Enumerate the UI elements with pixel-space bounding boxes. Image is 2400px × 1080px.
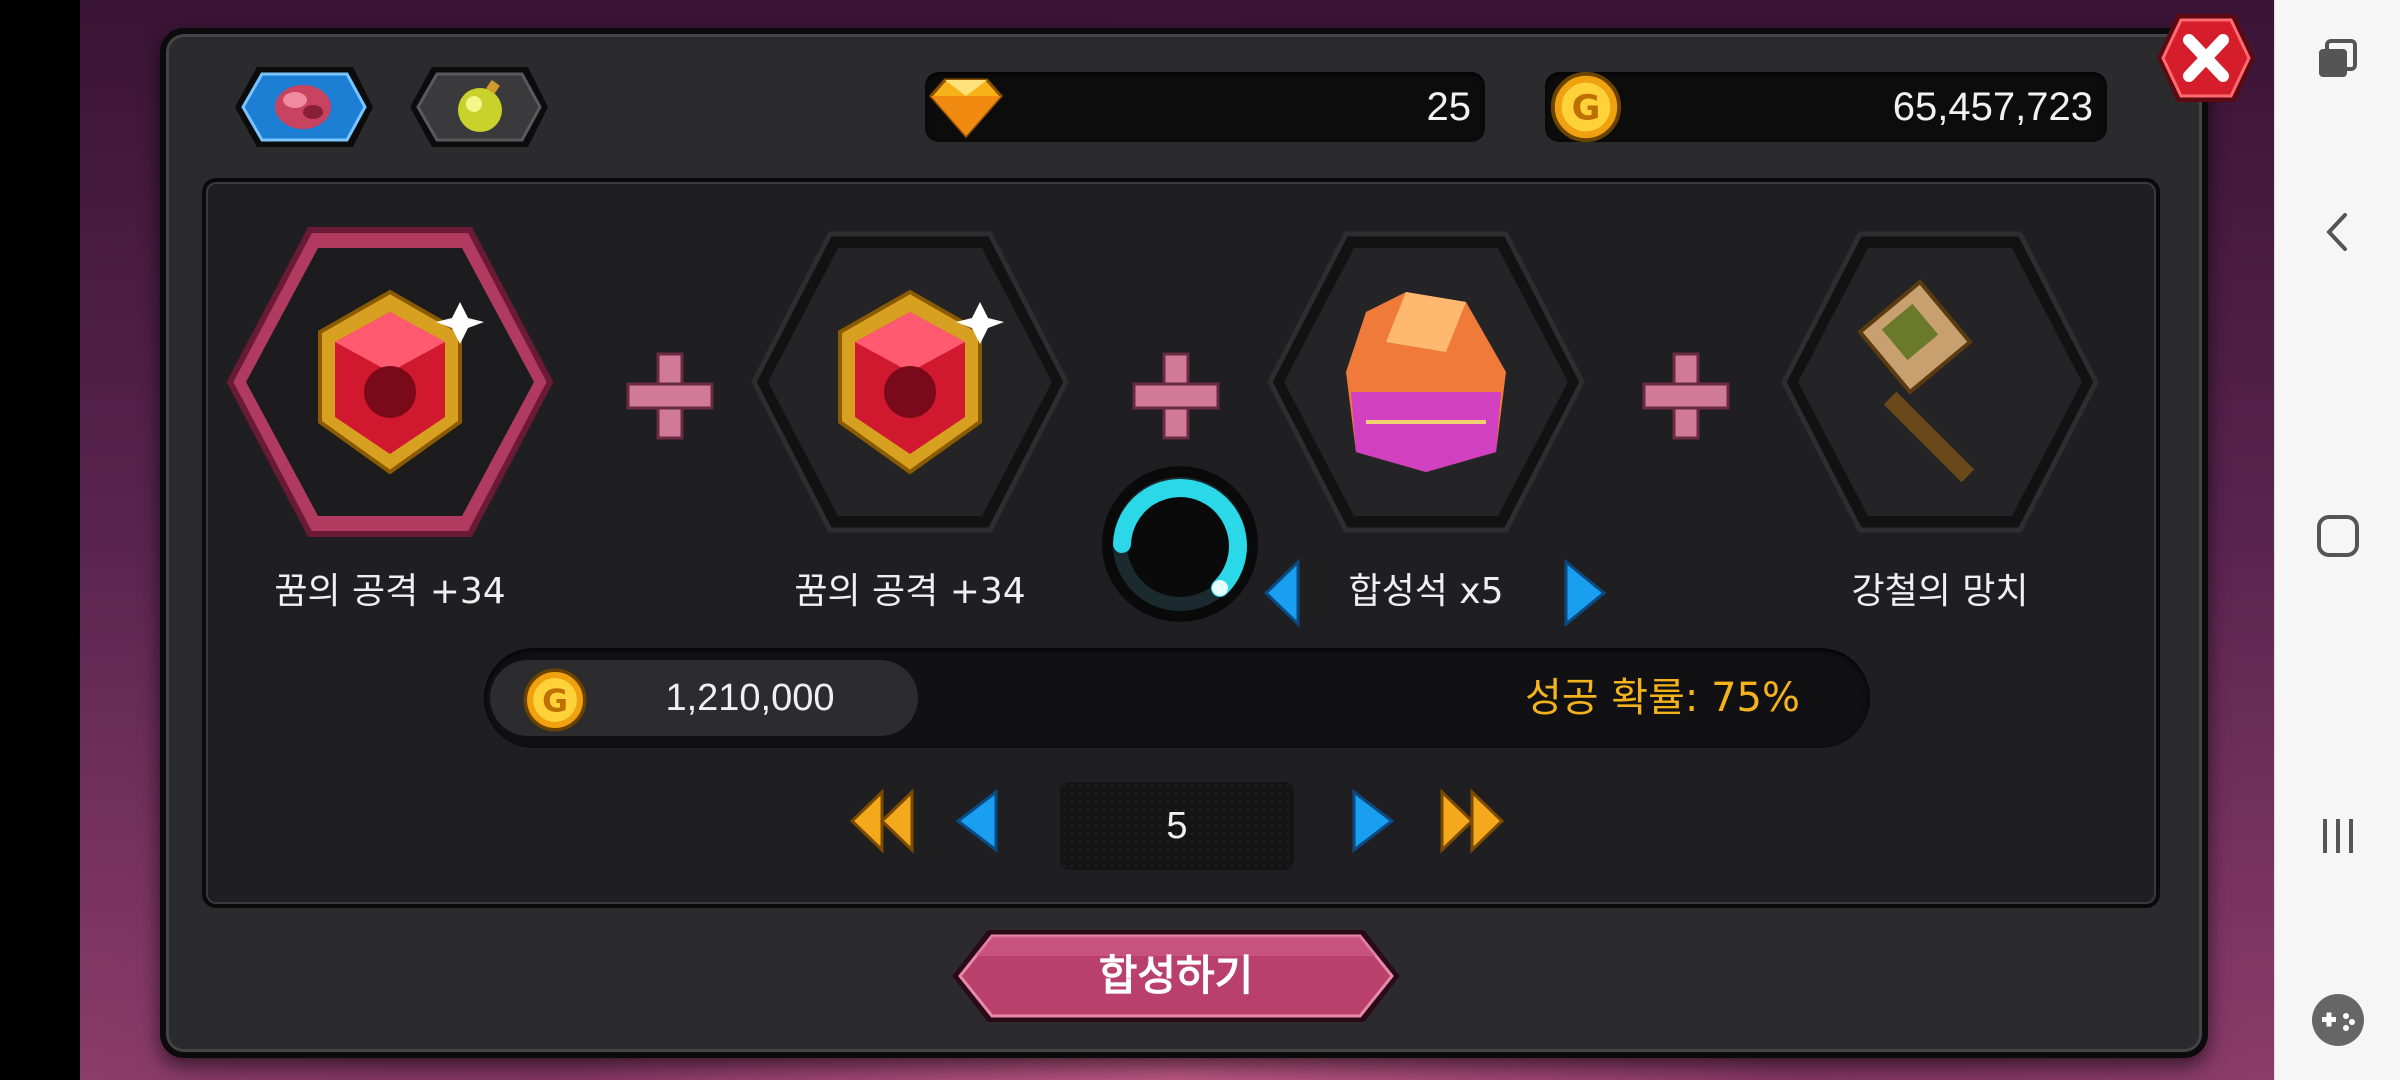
left-black-bar (0, 0, 80, 1080)
next-stone-arrow[interactable] (1560, 558, 1608, 628)
tab-gem[interactable] (215, 62, 375, 152)
gold-counter: G 65,457,723 (1545, 71, 2107, 143)
slot-3-label: 합성석 x5 (1348, 571, 1504, 612)
home-button[interactable] (2298, 496, 2378, 576)
recents-button[interactable] (2298, 796, 2378, 876)
slot-1-label: 꿈의 공격 +34 (274, 571, 506, 612)
plus-icon (1642, 352, 1730, 440)
material-slot-3[interactable] (1256, 222, 1596, 542)
game-tools-button[interactable] (2298, 980, 2378, 1060)
material-slot-4[interactable] (1770, 222, 2110, 542)
tab-potion[interactable] (398, 62, 558, 152)
home-icon (2317, 515, 2359, 557)
svg-text:G: G (1572, 88, 1601, 129)
next-page-button[interactable] (1348, 786, 1398, 856)
screen-mode-button[interactable] (2298, 20, 2378, 100)
back-icon (2326, 213, 2347, 251)
close-button[interactable] (2135, 8, 2263, 108)
gamepad-icon (2312, 994, 2364, 1046)
svg-text:G: G (542, 683, 568, 719)
diamond-counter: 25 (925, 72, 1485, 142)
slot-4-label: 강철의 망치 (1851, 571, 2029, 612)
page-number: 5 (1166, 805, 1188, 847)
diamond-icon (929, 78, 1003, 139)
prev-stone-arrow[interactable] (1262, 558, 1302, 628)
gold-coin-icon: G (523, 668, 587, 732)
plus-icon (626, 352, 714, 440)
window-icon (2319, 39, 2357, 77)
material-slot-2[interactable] (740, 222, 1080, 542)
material-slot-1[interactable] (220, 222, 560, 542)
cost-amount: 1,210,000 (665, 677, 835, 719)
prev-page-button[interactable] (952, 786, 1002, 856)
plus-icon (1132, 352, 1220, 440)
gold-amount: 65,457,723 (1892, 85, 2093, 129)
back-button[interactable] (2298, 192, 2378, 272)
slot-2-label: 꿈의 공격 +34 (794, 571, 1026, 612)
ruby-ore-icon (275, 85, 331, 129)
last-page-button[interactable] (1436, 786, 1506, 856)
success-rate: 성공 확률: 75% (1524, 675, 1800, 721)
system-nav-bar (2274, 0, 2400, 1080)
diamond-amount: 25 (1426, 85, 1472, 129)
gold-coin-icon: G (1550, 71, 1622, 143)
synthesize-button[interactable] (948, 926, 1404, 1026)
recents-icon (2323, 819, 2353, 853)
first-page-button[interactable] (848, 786, 918, 856)
